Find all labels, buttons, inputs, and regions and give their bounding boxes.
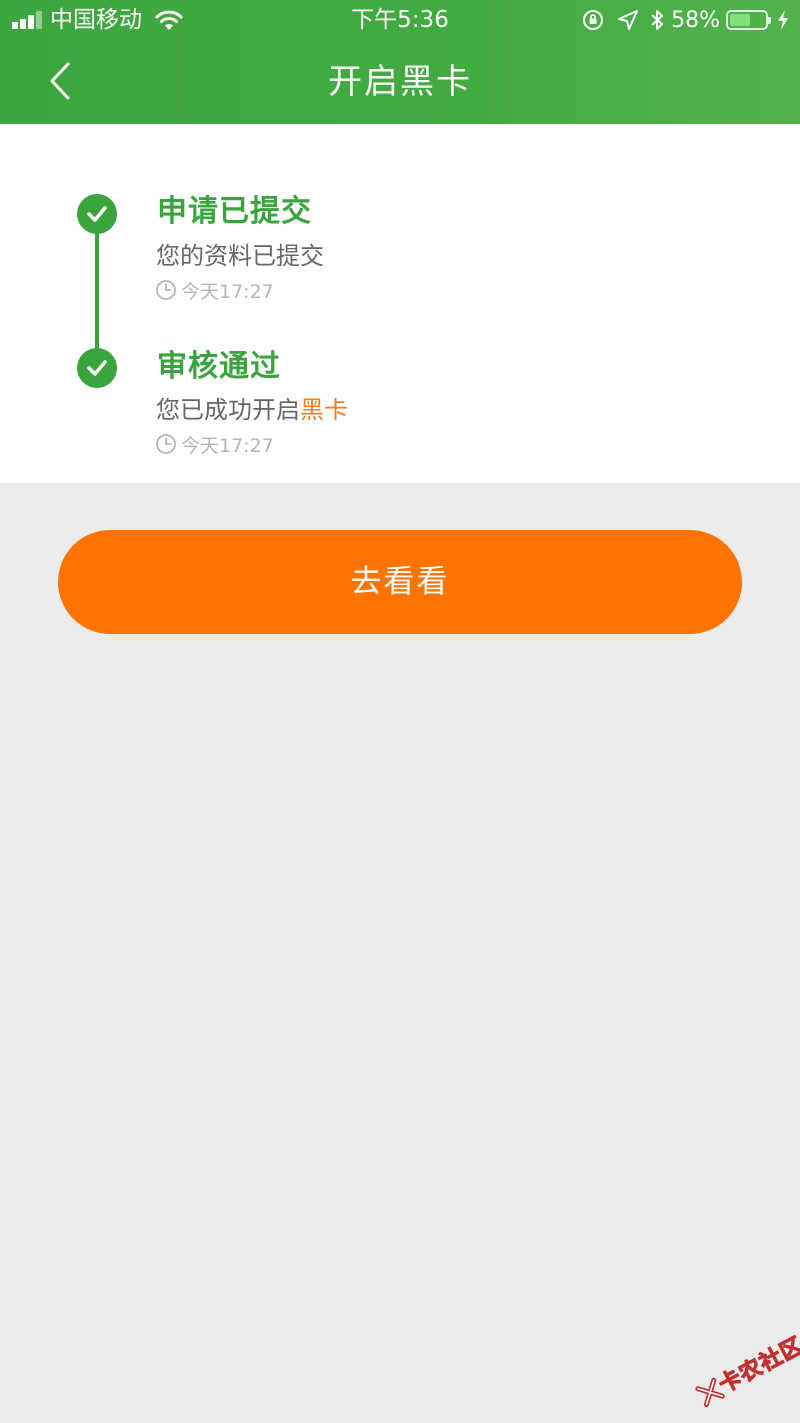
watermark-text: 卡农社区 [715, 1332, 800, 1399]
battery-icon [726, 10, 771, 30]
step-title: 申请已提交 [157, 194, 312, 229]
go-see-button[interactable]: 去看看 [58, 530, 742, 634]
step-timestamp: 今天17:27 [155, 432, 274, 457]
step-description: 您的资料已提交 [156, 242, 324, 270]
app-header: 中国移动 下午5:36 58% 开启黑卡 [0, 0, 800, 124]
bluetooth-icon [651, 10, 664, 30]
status-right-group: 58% [581, 6, 790, 34]
battery-percentage: 58% [671, 7, 720, 33]
clock-icon [156, 280, 176, 300]
clock-icon [156, 434, 176, 454]
status-bar: 中国移动 下午5:36 58% [0, 0, 800, 40]
page-title: 开启黑卡 [328, 62, 472, 102]
location-arrow-icon [618, 10, 639, 30]
step-time-text: 今天17:27 [181, 280, 274, 303]
rotation-lock-icon [583, 10, 604, 30]
step-description-text: 您已成功开启 [156, 396, 300, 424]
step-title: 审核通过 [157, 349, 281, 384]
step-time-text: 今天17:27 [181, 434, 274, 457]
navigation-bar: 开启黑卡 [0, 40, 800, 124]
step-description: 您已成功开启黑卡 [156, 394, 348, 426]
check-circle-icon [77, 194, 117, 234]
timeline-connector [95, 214, 99, 369]
progress-timeline: 申请已提交 您的资料已提交 今天17:27 审核通过 您已成功开启黑卡 今天17… [0, 124, 800, 483]
charging-bolt-icon [778, 10, 788, 30]
black-card-highlight: 黑卡 [300, 396, 348, 424]
battery-fill [730, 14, 750, 26]
step-timestamp: 今天17:27 [155, 278, 274, 303]
watermark-logo: 卡农社区 [684, 1319, 800, 1423]
check-circle-icon [77, 348, 117, 388]
